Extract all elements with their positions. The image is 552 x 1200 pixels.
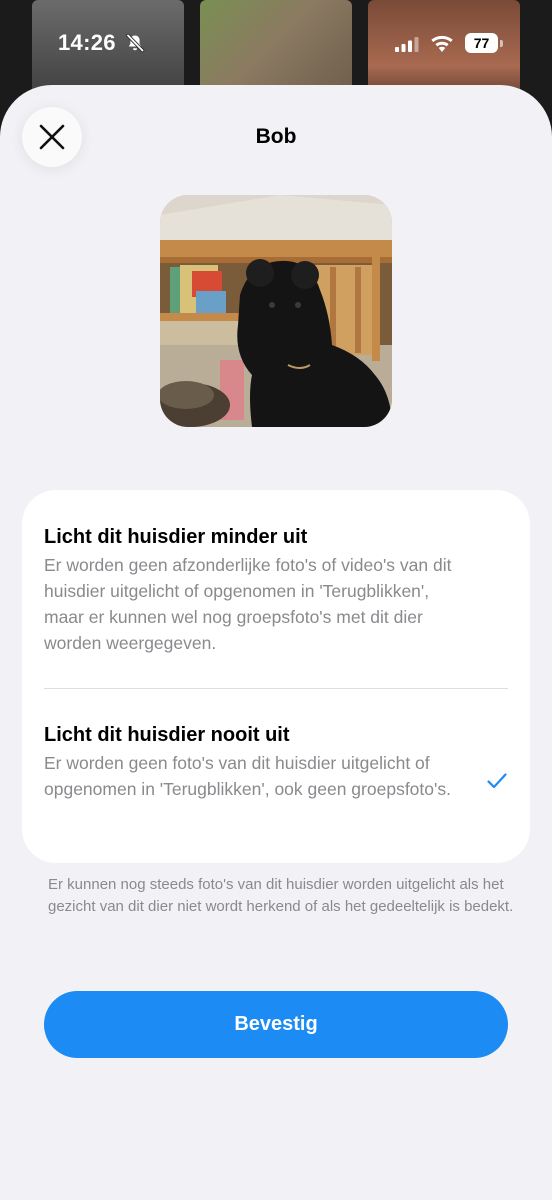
signal-icon (395, 37, 419, 52)
pet-settings-sheet: Bob Licht dit huisdier minder uit Er wor… (0, 85, 552, 1200)
option-description: Er worden geen foto's van dit huisdier u… (44, 753, 451, 799)
option-feature-less[interactable]: Licht dit huisdier minder uit Er worden … (44, 524, 508, 656)
divider (44, 688, 508, 689)
confirm-button[interactable]: Bevestig (44, 991, 508, 1058)
footnote-text: Er kunnen nog steeds foto's van dit huis… (48, 876, 514, 915)
checkmark-icon (487, 773, 507, 789)
battery-cap (500, 40, 503, 47)
wifi-icon (431, 35, 453, 52)
option-never-feature[interactable]: Licht dit huisdier nooit uit Er worden g… (44, 722, 508, 802)
option-title: Licht dit huisdier nooit uit (44, 724, 290, 746)
option-title: Licht dit huisdier minder uit (44, 526, 308, 548)
sheet-title: Bob (255, 125, 297, 148)
highlight-options-card: Licht dit huisdier minder uit Er worden … (22, 490, 530, 863)
status-time: 14:26 (58, 30, 116, 55)
option-description: Er worden geen afzonderlijke foto's of v… (44, 555, 452, 653)
bell-off-icon (126, 33, 145, 53)
battery-icon: 77 (465, 33, 503, 53)
status-bar: 14:26 77 (0, 0, 552, 88)
pet-photo (160, 195, 392, 427)
battery-level: 77 (465, 33, 498, 53)
